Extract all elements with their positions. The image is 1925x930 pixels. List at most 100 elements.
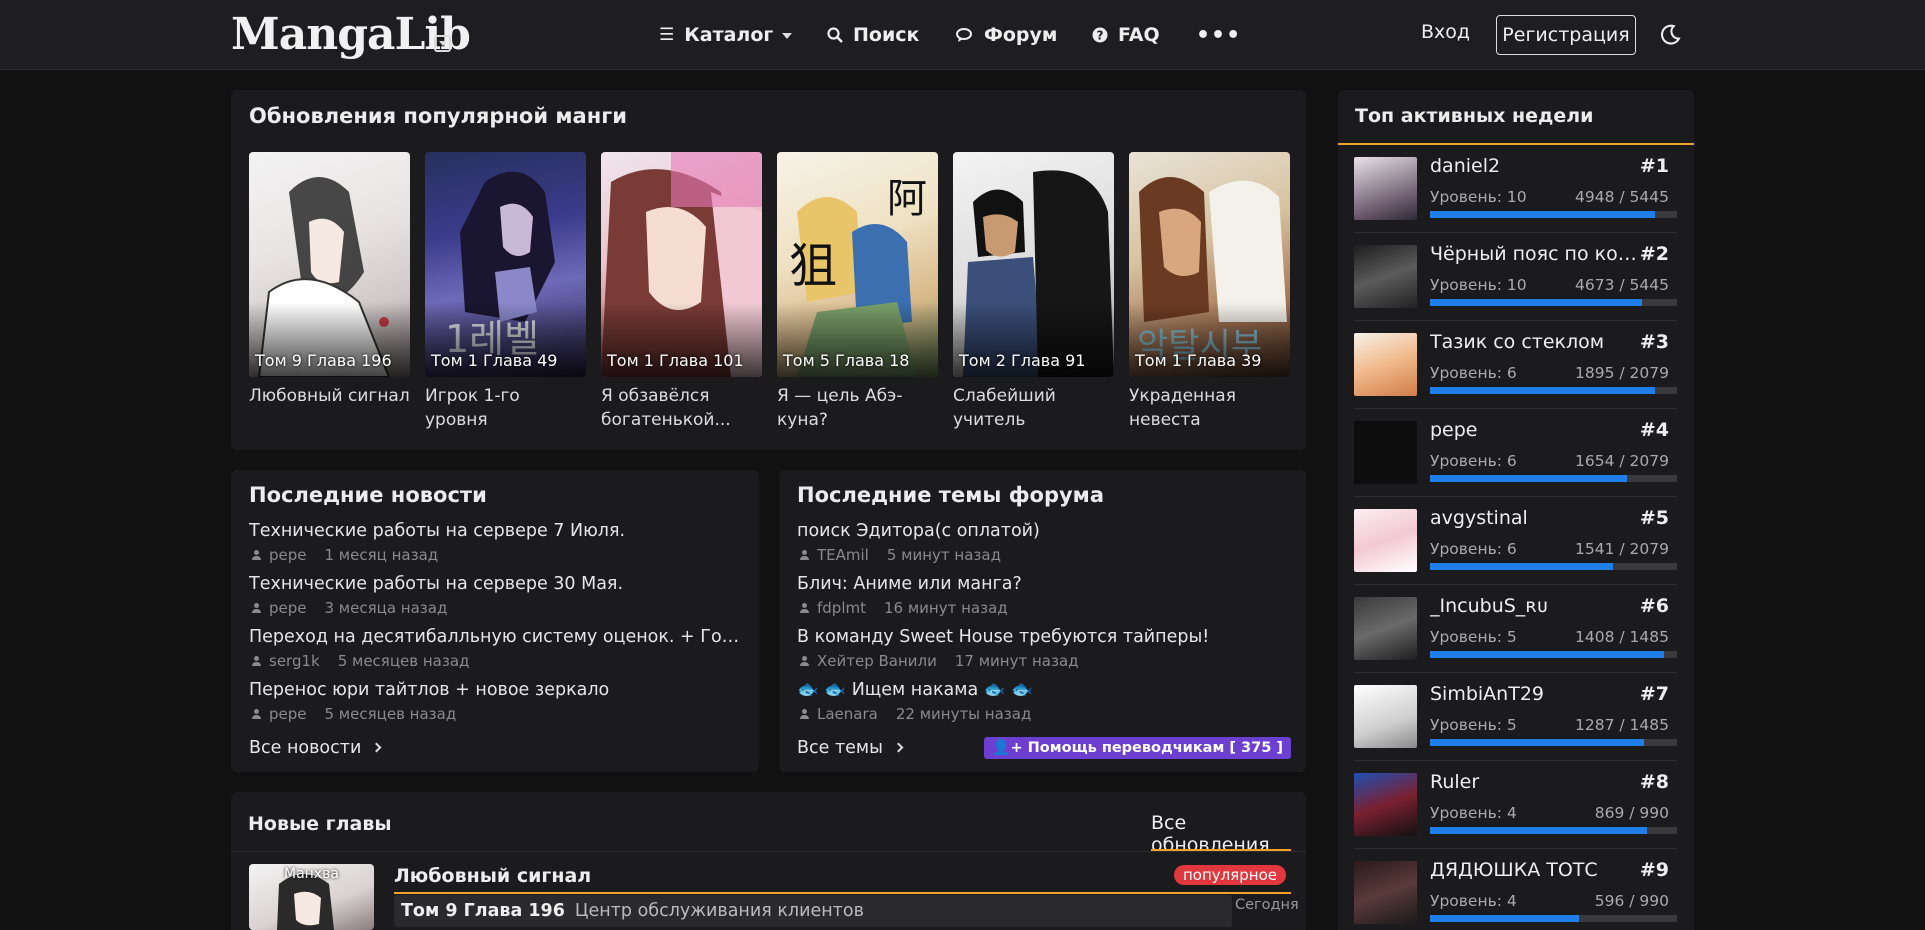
login-link[interactable]: Вход (1421, 21, 1470, 43)
manga-title[interactable]: Игрок 1-го уровня (425, 384, 586, 432)
top-user[interactable]: avgystinal #5 Уровень: 6 1541 / 2079 (1354, 497, 1677, 585)
top-user-name[interactable]: SimbiAnT29 (1430, 683, 1640, 705)
cover-image[interactable]: Том 2 Глава 91 (953, 152, 1114, 377)
avatar[interactable] (1354, 333, 1417, 396)
chapter-cover-image[interactable]: Манхва (249, 864, 374, 930)
manga-title[interactable]: Любовный сигнал (249, 384, 410, 432)
top-user[interactable]: _IncubuS_ʀᴜ #6 Уровень: 5 1408 / 1485 (1354, 585, 1677, 673)
help-translators-button[interactable]: 👤+ Помощь переводчикам [ 375 ] (984, 737, 1291, 759)
top-user-rank: #8 (1639, 771, 1669, 793)
news-item-time: 5 месяцев назад (337, 652, 470, 670)
divider (231, 851, 1306, 852)
cover-image[interactable]: Том 1 Глава 101 (601, 152, 762, 377)
manga-title[interactable]: Слабейший учитель (953, 384, 1114, 432)
top-user-name[interactable]: pepe (1430, 419, 1640, 441)
forum-topic[interactable]: Блич: Аниме или манга? fdplmt 16 минут на… (797, 573, 1294, 626)
news-item[interactable]: Технические работы на сервере 7 Июля. pe… (249, 520, 747, 573)
top-user-level: Уровень: 6 (1430, 452, 1517, 470)
nav-faq-label: FAQ (1118, 24, 1160, 46)
manga-title[interactable]: Я обзавёлся богатенькой... (601, 384, 762, 432)
nav-faq[interactable]: ? FAQ (1092, 0, 1160, 70)
top-user-name[interactable]: Ruler (1430, 771, 1640, 793)
menu-icon: ☰ (659, 25, 675, 45)
avatar[interactable] (1354, 509, 1417, 572)
top-user-name[interactable]: _IncubuS_ʀᴜ (1430, 595, 1640, 617)
top-user[interactable]: Тазик со стеклом #3 Уровень: 6 1895 / 20… (1354, 321, 1677, 409)
forum-topic-title[interactable]: 🐟 🐟 Ищем накама 🐟 🐟 (797, 679, 1294, 701)
popular-item[interactable]: Том 9 Глава 196 Любовный сигнал (249, 152, 410, 432)
top-user-name[interactable]: daniel2 (1430, 155, 1640, 177)
nav-forum[interactable]: Форум (956, 0, 1057, 70)
top-user[interactable]: ДЯДЮШКА ТОТС #9 Уровень: 4 596 / 990 (1354, 849, 1677, 930)
top-user-name[interactable]: Чёрный пояс по коммуникациям (1430, 243, 1640, 265)
top-user-name[interactable]: avgystinal (1430, 507, 1640, 529)
avatar[interactable] (1354, 861, 1417, 924)
top-user-level: Уровень: 10 (1430, 276, 1527, 294)
forum-topic-title[interactable]: В команду Sweet House требуются тайперы! (797, 626, 1294, 648)
cover-image[interactable]: Том 9 Глава 196 (249, 152, 410, 377)
register-button[interactable]: Регистрация (1496, 15, 1636, 55)
forum-topic-author[interactable]: Хейтер Ванили (817, 652, 937, 670)
manga-title[interactable]: Я — цель Абэ-куна? (777, 384, 938, 432)
nav-more-button[interactable]: ••• (1196, 0, 1241, 70)
top-user[interactable]: Ruler #8 Уровень: 4 869 / 990 (1354, 761, 1677, 849)
avatar[interactable] (1354, 245, 1417, 308)
top-user-rank: #2 (1639, 243, 1669, 265)
popular-item[interactable]: 狙 阿 Том 5 Глава 18 Я — цель Абэ-куна? (777, 152, 938, 432)
all-news-link[interactable]: Все новости (249, 738, 382, 758)
forum-topic[interactable]: поиск Эдитора(с оплатой) TEAmil 5 минут н… (797, 520, 1294, 573)
popular-item[interactable]: 악탈시부 Том 1 Глава 39 Украденная невеста (1129, 152, 1290, 432)
news-item-author[interactable]: pepe (269, 546, 307, 564)
top-user-name[interactable]: ДЯДЮШКА ТОТС (1430, 859, 1640, 881)
top-user-name[interactable]: Тазик со стеклом (1430, 331, 1640, 353)
news-item-title[interactable]: Технические работы на сервере 30 Мая. (249, 573, 747, 595)
news-item-meta: pepe 1 месяц назад (249, 546, 747, 564)
popular-item[interactable]: 1레벨 Том 1 Глава 49 Игрок 1-го уровня (425, 152, 586, 432)
progress-fill (1430, 915, 1579, 922)
forum-topic-author[interactable]: fdplmt (817, 599, 866, 617)
manga-title[interactable]: Украденная невеста (1129, 384, 1290, 432)
site-menu-dropdown-icon[interactable] (434, 35, 451, 52)
forum-topic[interactable]: 🐟 🐟 Ищем накама 🐟 🐟 Laenara 22 минуты наз… (797, 679, 1294, 732)
news-item-title[interactable]: Переход на десятибалльную систему оценок… (249, 626, 747, 648)
forum-topic-title[interactable]: Блич: Аниме или манга? (797, 573, 1294, 595)
latest-forum-card: Последние темы форума поиск Эдитора(с оп… (779, 470, 1306, 772)
news-item-title[interactable]: Перенос юри тайтлов + новое зеркало (249, 679, 747, 701)
top-user-xp: 4673 / 5445 (1575, 276, 1669, 294)
forum-topic[interactable]: В команду Sweet House требуются тайперы!… (797, 626, 1294, 679)
avatar[interactable] (1354, 685, 1417, 748)
latest-news-card: Последние новости Технические работы на … (231, 470, 759, 772)
cover-image[interactable]: 악탈시부 Том 1 Глава 39 (1129, 152, 1290, 377)
progress-fill (1430, 651, 1665, 658)
forum-topic-author[interactable]: Laenara (817, 705, 878, 723)
chapter-row[interactable]: Том 9 Глава 196 Центр обслуживания клиент… (394, 895, 1232, 927)
news-item[interactable]: Переход на десятибалльную систему оценок… (249, 626, 747, 679)
forum-topic-title[interactable]: поиск Эдитора(с оплатой) (797, 520, 1294, 542)
top-user[interactable]: SimbiAnT29 #7 Уровень: 5 1287 / 1485 (1354, 673, 1677, 761)
forum-topic-author[interactable]: TEAmil (817, 546, 869, 564)
chapter-manga-title[interactable]: Любовный сигнал (394, 865, 591, 887)
top-user-level: Уровень: 6 (1430, 540, 1517, 558)
avatar[interactable] (1354, 157, 1417, 220)
news-item-author[interactable]: serg1k (269, 652, 320, 670)
all-topics-link[interactable]: Все темы (797, 738, 904, 758)
nav-catalog[interactable]: ☰ Каталог (659, 0, 793, 70)
avatar[interactable] (1354, 421, 1417, 484)
news-item[interactable]: Перенос юри тайтлов + новое зеркало pepe… (249, 679, 747, 732)
avatar[interactable] (1354, 597, 1417, 660)
moon-icon[interactable] (1660, 24, 1681, 45)
news-item-author[interactable]: pepe (269, 599, 307, 617)
top-user[interactable]: pepe #4 Уровень: 6 1654 / 2079 (1354, 409, 1677, 497)
popular-item[interactable]: Том 1 Глава 101 Я обзавёлся богатенькой.… (601, 152, 762, 432)
nav-search[interactable]: Поиск (827, 0, 919, 70)
top-user[interactable]: daniel2 #1 Уровень: 10 4948 / 5445 (1354, 145, 1677, 233)
top-user[interactable]: Чёрный пояс по коммуникациям #2 Уровень:… (1354, 233, 1677, 321)
cover-image[interactable]: 狙 阿 Том 5 Глава 18 (777, 152, 938, 377)
popular-item[interactable]: Том 2 Глава 91 Слабейший учитель (953, 152, 1114, 432)
news-item-title[interactable]: Технические работы на сервере 7 Июля. (249, 520, 747, 542)
avatar[interactable] (1354, 773, 1417, 836)
news-item[interactable]: Технические работы на сервере 30 Мая. pe… (249, 573, 747, 626)
progress-fill (1430, 827, 1647, 834)
cover-image[interactable]: 1레벨 Том 1 Глава 49 (425, 152, 586, 377)
news-item-author[interactable]: pepe (269, 705, 307, 723)
